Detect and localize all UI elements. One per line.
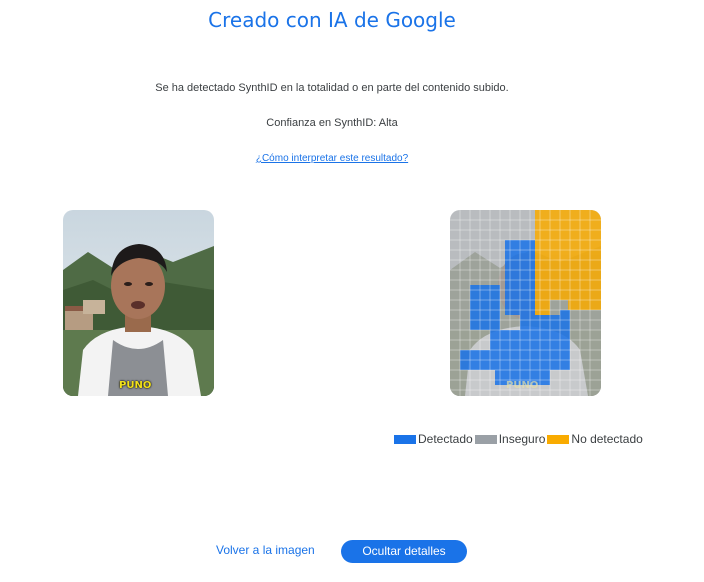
legend-not-detected: No detectado [571,432,643,446]
legend-unsure: Inseguro [498,432,546,446]
heatmap-caption: PUNO [506,380,539,391]
heatmap-legend: Detectado Inseguro No detectado [394,432,645,446]
not-detected-swatch [547,434,570,444]
detection-message: Se ha detectado SynthID en la totalidad … [155,82,509,94]
confidence-level: Confianza en SynthID: Alta [266,117,398,129]
how-to-interpret-link[interactable]: ¿Cómo interpretar este resultado? [0,153,664,164]
legend-detected: Detectado [418,432,473,446]
uploaded-image: PUNO [63,210,214,396]
back-to-image-button[interactable]: Volver a la imagen [216,543,315,557]
synthid-heatmap: PUNO [450,210,601,396]
unsure-swatch [474,434,497,444]
detected-swatch [394,434,416,444]
hide-details-button[interactable]: Ocultar detalles [341,540,467,563]
image-caption: PUNO [119,380,152,391]
result-title: Creado con IA de Google [208,8,456,32]
